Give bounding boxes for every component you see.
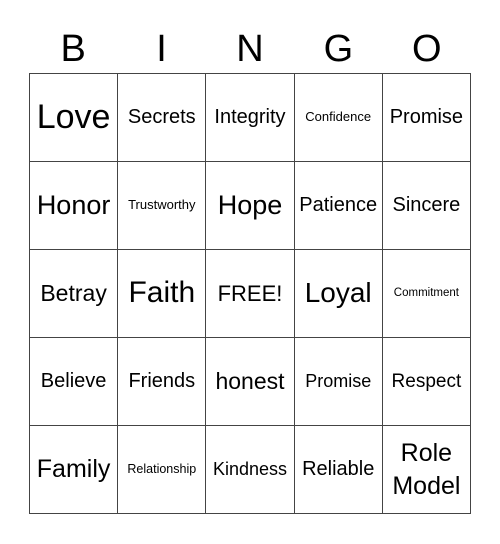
bingo-cell[interactable]: Patience: [294, 162, 383, 250]
bingo-cell[interactable]: Relationship: [118, 426, 207, 514]
bingo-grid: Love Secrets Integrity Confidence Promis…: [29, 73, 471, 514]
bingo-cell[interactable]: Confidence: [294, 74, 383, 162]
bingo-cell[interactable]: Commitment: [382, 250, 471, 338]
bingo-cell[interactable]: Believe: [30, 338, 119, 426]
bingo-cell[interactable]: Trustworthy: [118, 162, 207, 250]
free-space-cell[interactable]: FREE!: [206, 250, 295, 338]
bingo-cell[interactable]: Role Model: [382, 426, 471, 514]
bingo-cell[interactable]: Secrets: [118, 74, 207, 162]
bingo-cell[interactable]: Family: [30, 426, 119, 514]
bingo-cell[interactable]: Integrity: [206, 74, 295, 162]
bingo-cell[interactable]: Faith: [118, 250, 207, 338]
header-letter-b: B: [60, 28, 86, 70]
bingo-header: B I N G O: [29, 26, 471, 72]
bingo-cell[interactable]: Kindness: [206, 426, 295, 514]
header-letter-g: G: [323, 28, 354, 70]
bingo-cell[interactable]: Loyal: [294, 250, 383, 338]
header-letter-o: O: [411, 28, 442, 70]
bingo-cell[interactable]: Reliable: [294, 426, 383, 514]
bingo-cell[interactable]: Hope: [206, 162, 295, 250]
bingo-cell[interactable]: Honor: [30, 162, 119, 250]
header-letter-n: N: [236, 28, 264, 70]
bingo-cell[interactable]: Betray: [30, 250, 119, 338]
bingo-cell[interactable]: honest: [206, 338, 295, 426]
header-letter-i: I: [156, 28, 167, 70]
bingo-cell[interactable]: Respect: [382, 338, 471, 426]
bingo-cell[interactable]: Sincere: [382, 162, 471, 250]
bingo-cell[interactable]: Promise: [294, 338, 383, 426]
bingo-cell[interactable]: Love: [30, 74, 119, 162]
bingo-cell[interactable]: Friends: [118, 338, 207, 426]
bingo-cell[interactable]: Promise: [382, 74, 471, 162]
